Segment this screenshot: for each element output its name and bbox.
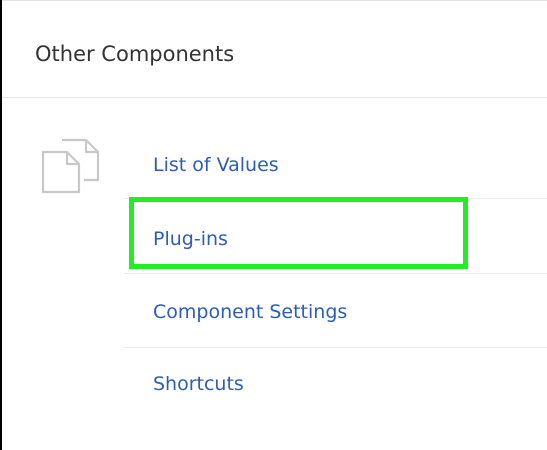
copy-documents-icon: [41, 138, 100, 194]
other-components-panel: Other Components List of Values Plug-ins…: [0, 0, 547, 450]
link-shortcuts[interactable]: Shortcuts: [153, 373, 244, 395]
panel-top-edge: [0, 0, 547, 1]
row-divider: [124, 347, 547, 348]
row-divider: [124, 198, 547, 199]
panel-left-border: [0, 0, 2, 450]
section-header-divider: [2, 97, 547, 98]
link-list-of-values[interactable]: List of Values: [153, 154, 279, 176]
row-divider: [124, 273, 547, 274]
section-title: Other Components: [35, 42, 235, 66]
link-plug-ins[interactable]: Plug-ins: [153, 228, 228, 250]
link-component-settings[interactable]: Component Settings: [153, 301, 347, 323]
